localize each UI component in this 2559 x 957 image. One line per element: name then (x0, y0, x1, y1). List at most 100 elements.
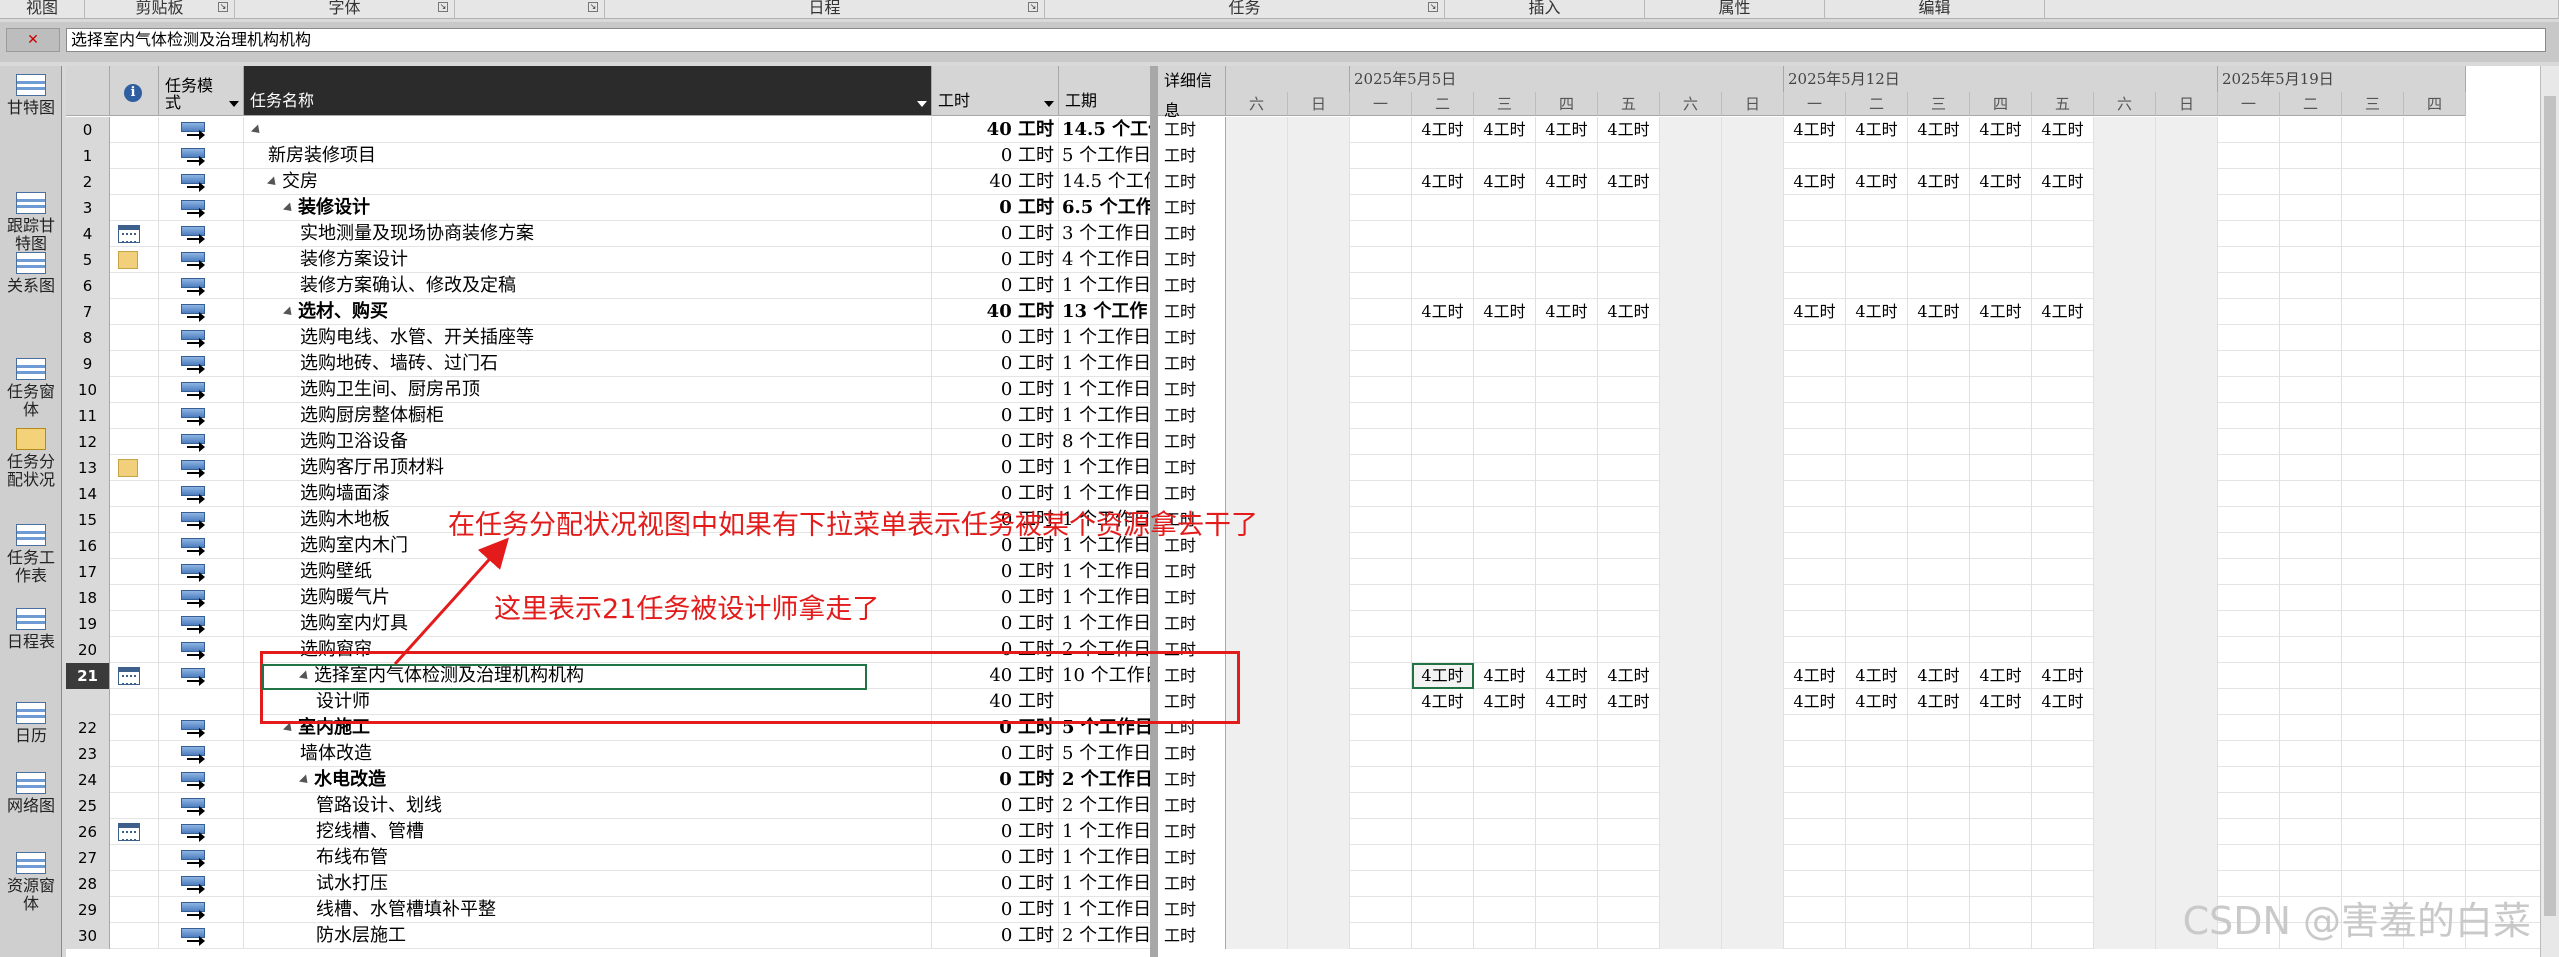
work-value-cell[interactable] (2094, 923, 2156, 949)
work-value-cell[interactable]: 4工时 (1846, 689, 1908, 715)
task-mode-cell[interactable] (159, 845, 244, 871)
work-value-cell[interactable] (1350, 351, 1412, 377)
work-value-cell[interactable] (2156, 559, 2218, 585)
dialog-launcher-icon[interactable]: ↘ (588, 2, 598, 12)
work-value-cell[interactable] (2156, 195, 2218, 221)
work-value-cell[interactable]: 4工时 (1970, 169, 2032, 195)
work-value-cell[interactable] (1660, 689, 1722, 715)
work-value-cell[interactable] (1660, 871, 1722, 897)
work-value-cell[interactable] (2342, 845, 2404, 871)
work-value-cell[interactable] (1598, 715, 1660, 741)
work-value-cell[interactable] (1474, 845, 1536, 871)
work-value-cell[interactable] (1908, 429, 1970, 455)
work-value-cell[interactable] (1970, 793, 2032, 819)
work-value-cell[interactable] (1722, 767, 1784, 793)
view-button-network-diagram[interactable]: 网络图 (0, 772, 62, 815)
work-value-cell[interactable] (1660, 611, 1722, 637)
work-value-cell[interactable] (1288, 429, 1350, 455)
work-value-cell[interactable] (2342, 143, 2404, 169)
row-id[interactable]: 21 (66, 663, 110, 689)
work-value-cell[interactable] (1722, 481, 1784, 507)
work-value-cell[interactable] (1412, 819, 1474, 845)
work-value-cell[interactable] (2218, 377, 2280, 403)
work-value-cell[interactable] (1784, 195, 1846, 221)
work-value-cell[interactable] (2094, 559, 2156, 585)
work-value-cell[interactable]: 4工时 (1846, 299, 1908, 325)
work-cell[interactable]: 0 工时 (932, 195, 1059, 221)
task-mode-cell[interactable] (159, 117, 244, 143)
work-cell[interactable]: 0 工时 (932, 273, 1059, 299)
work-value-cell[interactable] (2404, 767, 2466, 793)
work-value-cell[interactable] (2342, 221, 2404, 247)
task-name-cell[interactable]: 布线布管 (244, 845, 932, 871)
work-value-cell[interactable] (1660, 559, 1722, 585)
task-row[interactable]: 29线槽、水管槽填补平整0 工时1 个工作日月2 (66, 897, 1215, 923)
row-id[interactable]: 23 (66, 741, 110, 767)
work-value-cell[interactable]: 4工时 (1970, 117, 2032, 143)
work-value-cell[interactable] (2156, 143, 2218, 169)
work-value-cell[interactable] (1908, 637, 1970, 663)
work-cell[interactable]: 0 工时 (932, 429, 1059, 455)
work-value-cell[interactable] (1598, 247, 1660, 273)
work-value-cell[interactable] (1350, 429, 1412, 455)
work-value-cell[interactable] (1474, 221, 1536, 247)
work-value-cell[interactable] (1536, 221, 1598, 247)
work-value-cell[interactable] (1660, 481, 1722, 507)
work-value-cell[interactable] (1412, 507, 1474, 533)
task-mode-cell[interactable] (159, 169, 244, 195)
work-value-cell[interactable] (1846, 559, 1908, 585)
work-value-cell[interactable]: 4工时 (1784, 663, 1846, 689)
work-value-cell[interactable] (1288, 897, 1350, 923)
work-value-cell[interactable] (2032, 793, 2094, 819)
work-value-cell[interactable] (2280, 689, 2342, 715)
work-value-cell[interactable] (1226, 377, 1288, 403)
work-value-cell[interactable] (1288, 663, 1350, 689)
scrollbar-thumb[interactable] (2544, 96, 2556, 916)
work-value-cell[interactable] (1412, 273, 1474, 299)
work-value-cell[interactable] (1226, 429, 1288, 455)
work-value-cell[interactable] (1288, 377, 1350, 403)
work-value-cell[interactable] (1908, 897, 1970, 923)
work-value-cell[interactable] (2094, 741, 2156, 767)
work-value-cell[interactable] (1474, 611, 1536, 637)
work-value-cell[interactable] (1412, 455, 1474, 481)
work-value-cell[interactable] (2032, 325, 2094, 351)
work-value-cell[interactable] (2218, 325, 2280, 351)
work-value-cell[interactable] (1970, 923, 2032, 949)
work-value-cell[interactable]: 4工时 (1412, 169, 1474, 195)
work-value-cell[interactable] (2342, 741, 2404, 767)
work-value-cell[interactable] (2156, 169, 2218, 195)
work-value-cell[interactable]: 4工时 (1598, 117, 1660, 143)
work-value-cell[interactable] (1350, 793, 1412, 819)
work-value-cell[interactable] (2156, 533, 2218, 559)
work-value-cell[interactable] (2218, 819, 2280, 845)
work-value-cell[interactable] (1660, 403, 1722, 429)
work-value-cell[interactable] (1598, 819, 1660, 845)
work-value-cell[interactable]: 4工时 (1908, 663, 1970, 689)
work-value-cell[interactable] (2280, 117, 2342, 143)
work-value-cell[interactable] (1536, 403, 1598, 429)
work-value-cell[interactable] (1846, 793, 1908, 819)
work-value-cell[interactable] (2404, 845, 2466, 871)
work-value-cell[interactable] (1722, 377, 1784, 403)
work-value-cell[interactable] (1784, 429, 1846, 455)
work-value-cell[interactable] (2094, 637, 2156, 663)
work-value-cell[interactable] (1288, 117, 1350, 143)
work-value-cell[interactable] (2218, 429, 2280, 455)
work-value-cell[interactable] (1970, 585, 2032, 611)
work-value-cell[interactable] (1846, 351, 1908, 377)
work-value-cell[interactable] (1350, 403, 1412, 429)
task-name-cell[interactable]: 水电改造 (244, 767, 932, 793)
work-value-cell[interactable] (2094, 455, 2156, 481)
work-value-cell[interactable] (1536, 611, 1598, 637)
work-value-cell[interactable] (2342, 637, 2404, 663)
work-value-cell[interactable] (1598, 611, 1660, 637)
work-value-cell[interactable] (1908, 741, 1970, 767)
work-value-cell[interactable] (2156, 611, 2218, 637)
work-value-cell[interactable] (2342, 169, 2404, 195)
task-mode-cell[interactable] (159, 403, 244, 429)
work-value-cell[interactable] (1226, 117, 1288, 143)
task-row[interactable]: 24水电改造0 工时2 个工作日月2 (66, 767, 1217, 793)
work-value-cell[interactable] (1908, 351, 1970, 377)
work-value-cell[interactable] (1722, 897, 1784, 923)
